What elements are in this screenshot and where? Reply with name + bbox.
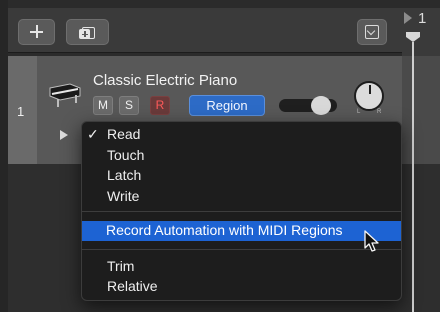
track-name[interactable]: Classic Electric Piano <box>93 72 237 89</box>
piano-icon <box>49 83 81 107</box>
solo-button[interactable]: S <box>119 96 139 115</box>
automation-mode-button[interactable]: Region <box>189 95 265 116</box>
duplicate-track-button[interactable] <box>66 19 109 45</box>
menu-item-relative[interactable]: Relative <box>107 278 158 294</box>
pan-left-label: L <box>357 109 361 115</box>
menu-item-write[interactable]: Write <box>107 188 139 204</box>
playhead-line <box>412 42 414 312</box>
menu-separator <box>82 249 401 250</box>
menu-separator <box>82 211 401 212</box>
pan-knob[interactable] <box>354 81 384 111</box>
menu-item-touch[interactable]: Touch <box>107 147 144 163</box>
menu-item-latch[interactable]: Latch <box>107 167 141 183</box>
volume-slider-handle[interactable] <box>311 96 331 115</box>
pan-right-label: R <box>377 109 382 115</box>
menu-item-record-automation-midi[interactable]: Record Automation with MIDI Regions <box>106 222 343 238</box>
track-number: 1 <box>17 104 25 119</box>
disclosure-triangle-icon[interactable] <box>60 130 68 140</box>
mouse-pointer-icon <box>364 230 379 252</box>
menu-item-trim[interactable]: Trim <box>107 258 134 274</box>
ruler-bar-number: 1 <box>418 10 427 27</box>
menu-item-read[interactable]: Read <box>107 126 140 142</box>
window-edge <box>0 0 8 312</box>
duplicate-plus-icon <box>79 29 90 39</box>
record-enable-button[interactable]: R <box>150 96 170 115</box>
mute-button[interactable]: M <box>93 96 113 115</box>
track-header-toolbar <box>8 8 402 53</box>
track-lane[interactable] <box>402 56 440 164</box>
checkmark-icon: ✓ <box>87 126 99 142</box>
add-track-button[interactable] <box>18 19 55 45</box>
track-filter-button[interactable] <box>357 19 387 45</box>
